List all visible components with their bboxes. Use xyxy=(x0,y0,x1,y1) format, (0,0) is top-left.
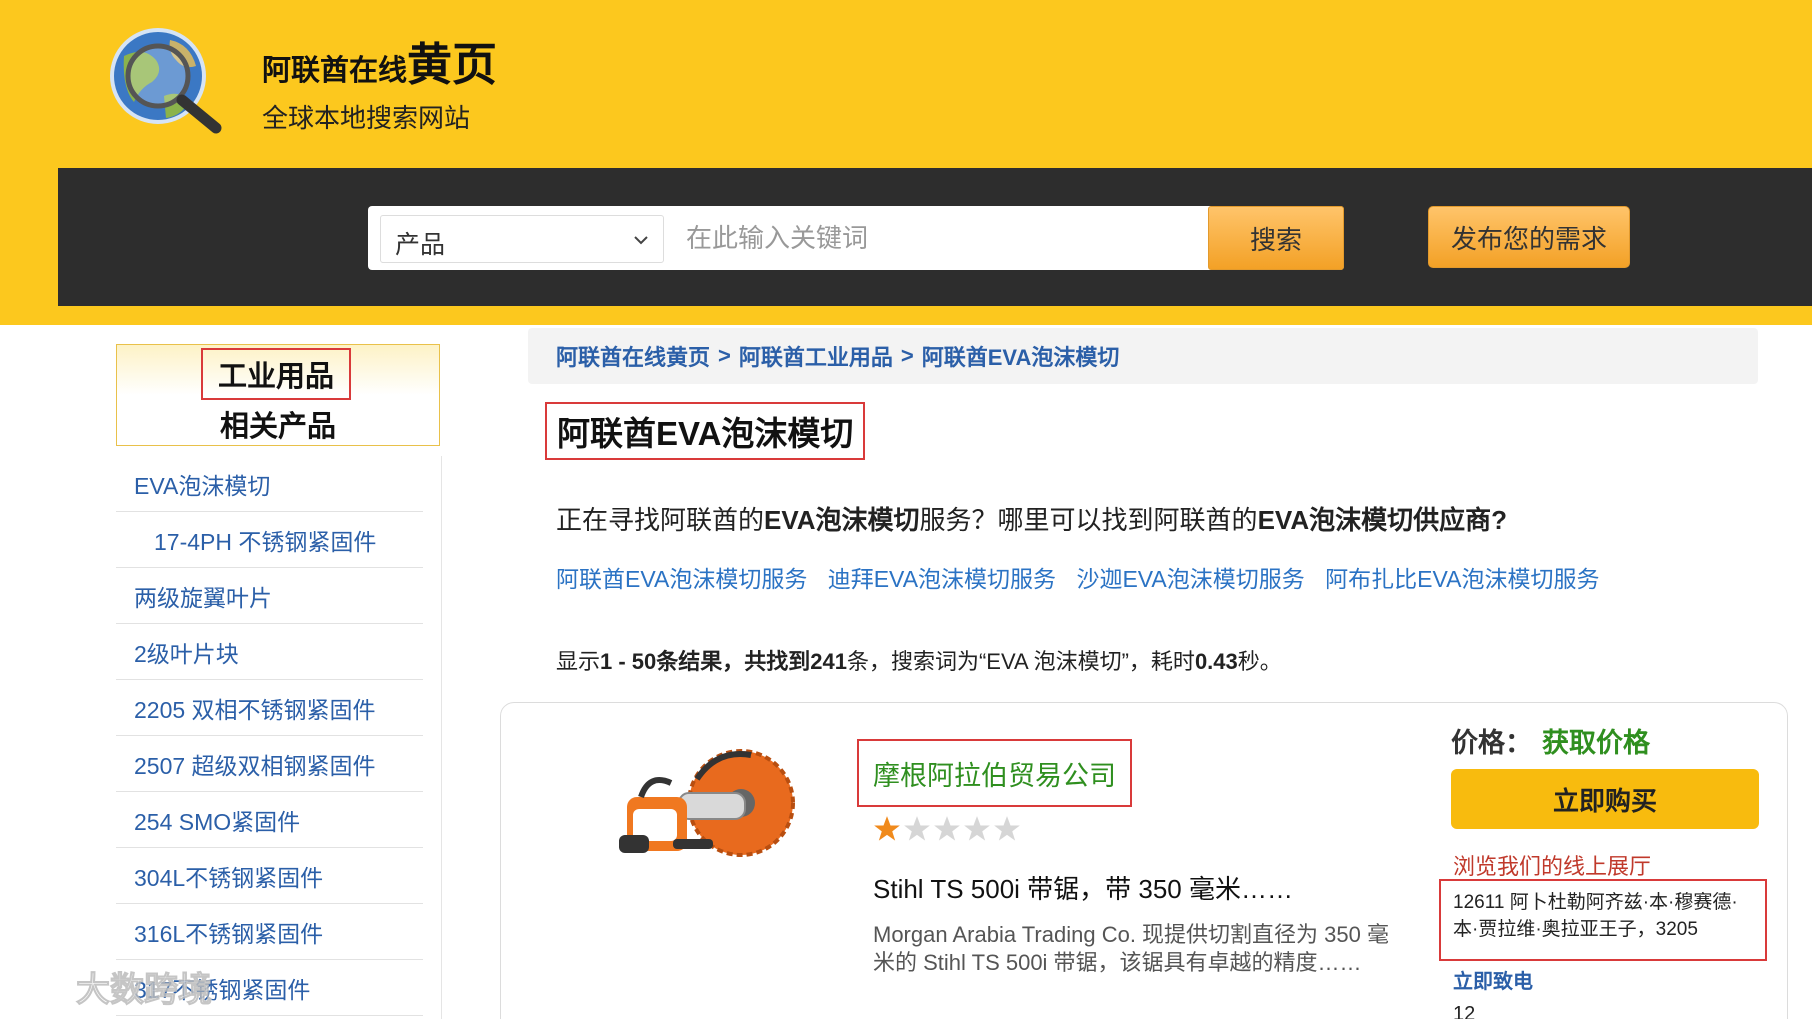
sidebar-item[interactable]: 2级叶片块 xyxy=(116,624,423,680)
sidebar-category-title[interactable]: 工业用品 xyxy=(201,348,351,400)
call-now-link[interactable]: 立即致电 xyxy=(1453,965,1533,994)
buy-now-button[interactable]: 立即购买 xyxy=(1451,769,1759,829)
category-select-value: 产品 xyxy=(395,231,446,259)
product-title[interactable]: Stihl TS 500i 带锯，带 350 毫米…… xyxy=(873,869,1293,906)
sidebar-item[interactable]: 316L不锈钢紧固件 xyxy=(116,904,423,960)
price-row: 价格： 获取价格 xyxy=(1451,721,1650,760)
company-address: 12611 阿卜杜勒阿齐兹·本·穆赛德·本·贾拉维·奥拉亚王子，3205 xyxy=(1439,879,1767,961)
related-links: 阿联酋EVA泡沫模切服务 迪拜EVA泡沫模切服务 沙迦EVA泡沫模切服务 阿布扎… xyxy=(556,560,1613,594)
star-icon xyxy=(934,816,960,841)
sidebar-related-title: 相关产品 xyxy=(219,411,336,443)
question-keyword: EVA泡沫模切供应商? xyxy=(1257,505,1507,535)
get-price-link[interactable]: 获取价格 xyxy=(1542,728,1650,758)
sidebar-item[interactable]: 两级旋翼叶片 xyxy=(116,568,423,624)
star-icon xyxy=(994,816,1020,841)
related-link[interactable]: 沙迦EVA泡沫模切服务 xyxy=(1076,566,1304,592)
star-icon xyxy=(904,816,930,841)
question-text: 服务？哪里可以找到阿联酋的 xyxy=(919,505,1258,535)
product-description: Morgan Arabia Trading Co. 现提供切割直径为 350 毫… xyxy=(873,922,1389,975)
search-input[interactable] xyxy=(674,214,1196,262)
breadcrumb-link[interactable]: 阿联酋在线黄页 xyxy=(556,340,710,372)
site-title-prefix: 阿联酋在线 xyxy=(262,55,408,87)
question-text: 正在寻找阿联酋的 xyxy=(556,505,765,535)
results-count: 1 - 50条结果，共找到241 xyxy=(600,649,847,674)
post-requirement-button[interactable]: 发布您的需求 xyxy=(1428,206,1630,268)
rating-stars xyxy=(873,815,1021,843)
star-icon xyxy=(874,816,900,841)
results-text: 秒。 xyxy=(1237,649,1282,674)
breadcrumb-link[interactable]: 阿联酋工业用品 xyxy=(739,340,893,372)
price-label: 价格： xyxy=(1451,728,1532,758)
watermark-logo xyxy=(13,972,70,1003)
page-title: 阿联酋EVA泡沫模切 xyxy=(545,402,866,460)
results-time: 0.43 xyxy=(1194,649,1238,674)
results-text: 显示 xyxy=(556,649,601,674)
search-question: 正在寻找阿联酋的EVA泡沫模切服务？哪里可以找到阿联酋的EVA泡沫模切供应商? xyxy=(556,500,1507,537)
site-title[interactable]: 阿联酋在线黄页 xyxy=(262,28,497,93)
sidebar-item[interactable]: EVA泡沫模切 xyxy=(116,456,423,512)
saw-product-image[interactable] xyxy=(613,739,797,887)
watermark: 大数跨境 xyxy=(10,962,213,1011)
breadcrumb-link[interactable]: 阿联酋EVA泡沫模切 xyxy=(922,340,1120,372)
chevron-down-icon xyxy=(634,236,648,245)
question-keyword: EVA泡沫模切 xyxy=(764,505,920,535)
results-info: 显示1 - 50条结果，共找到241条，搜索词为“EVA 泡沫模切”，耗时0.4… xyxy=(556,644,1282,676)
category-select[interactable]: 产品 xyxy=(380,215,664,263)
sidebar-heading: 工业用品 相关产品 xyxy=(116,344,440,446)
site-header: 阿联酋在线黄页 全球本地搜索网站 产品 搜索 发布您的需求 xyxy=(0,0,1812,325)
globe-magnifier-logo[interactable] xyxy=(104,26,232,134)
sidebar-item[interactable]: 2205 双相不锈钢紧固件 xyxy=(116,680,423,736)
related-link[interactable]: 阿联酋EVA泡沫模切服务 xyxy=(556,566,807,592)
site-title-big: 黄页 xyxy=(407,39,498,90)
sidebar-item[interactable]: 254 SMO紧固件 xyxy=(116,792,423,848)
product-card: 摩根阿拉伯贸易公司 Stihl TS 500i 带锯，带 350 毫米…… Mo… xyxy=(500,702,1788,1019)
star-icon xyxy=(964,816,990,841)
breadcrumb-separator: > xyxy=(900,343,914,368)
sidebar-list: EVA泡沫模切 17-4PH 不锈钢紧固件 两级旋翼叶片 2级叶片块 2205 … xyxy=(116,456,442,1019)
site-subtitle: 全球本地搜索网站 xyxy=(262,103,471,133)
related-link[interactable]: 阿布扎比EVA泡沫模切服务 xyxy=(1325,566,1599,592)
results-text: 条，搜索词为“EVA 泡沫模切”，耗时 xyxy=(846,649,1195,674)
sidebar-item[interactable]: 2507 超级双相钢紧固件 xyxy=(116,736,423,792)
company-name[interactable]: 摩根阿拉伯贸易公司 xyxy=(857,739,1132,807)
sidebar-item[interactable]: 304L不锈钢紧固件 xyxy=(116,848,423,904)
sidebar-item[interactable]: 17-4PH 不锈钢紧固件 xyxy=(116,512,423,568)
search-button[interactable]: 搜索 xyxy=(1208,206,1344,270)
related-link[interactable]: 迪拜EVA泡沫模切服务 xyxy=(828,566,1056,592)
breadcrumb: 阿联酋在线黄页 > 阿联酋工业用品 > 阿联酋EVA泡沫模切 xyxy=(528,328,1758,384)
showroom-link[interactable]: 浏览我们的线上展厅 xyxy=(1453,849,1651,881)
search-bar: 产品 搜索 发布您的需求 xyxy=(58,168,1812,306)
breadcrumb-separator: > xyxy=(718,343,731,368)
phone-number: 12 xyxy=(1453,1003,1476,1019)
search-box: 产品 xyxy=(368,206,1344,270)
watermark-text: 大数跨境 xyxy=(76,971,213,1010)
